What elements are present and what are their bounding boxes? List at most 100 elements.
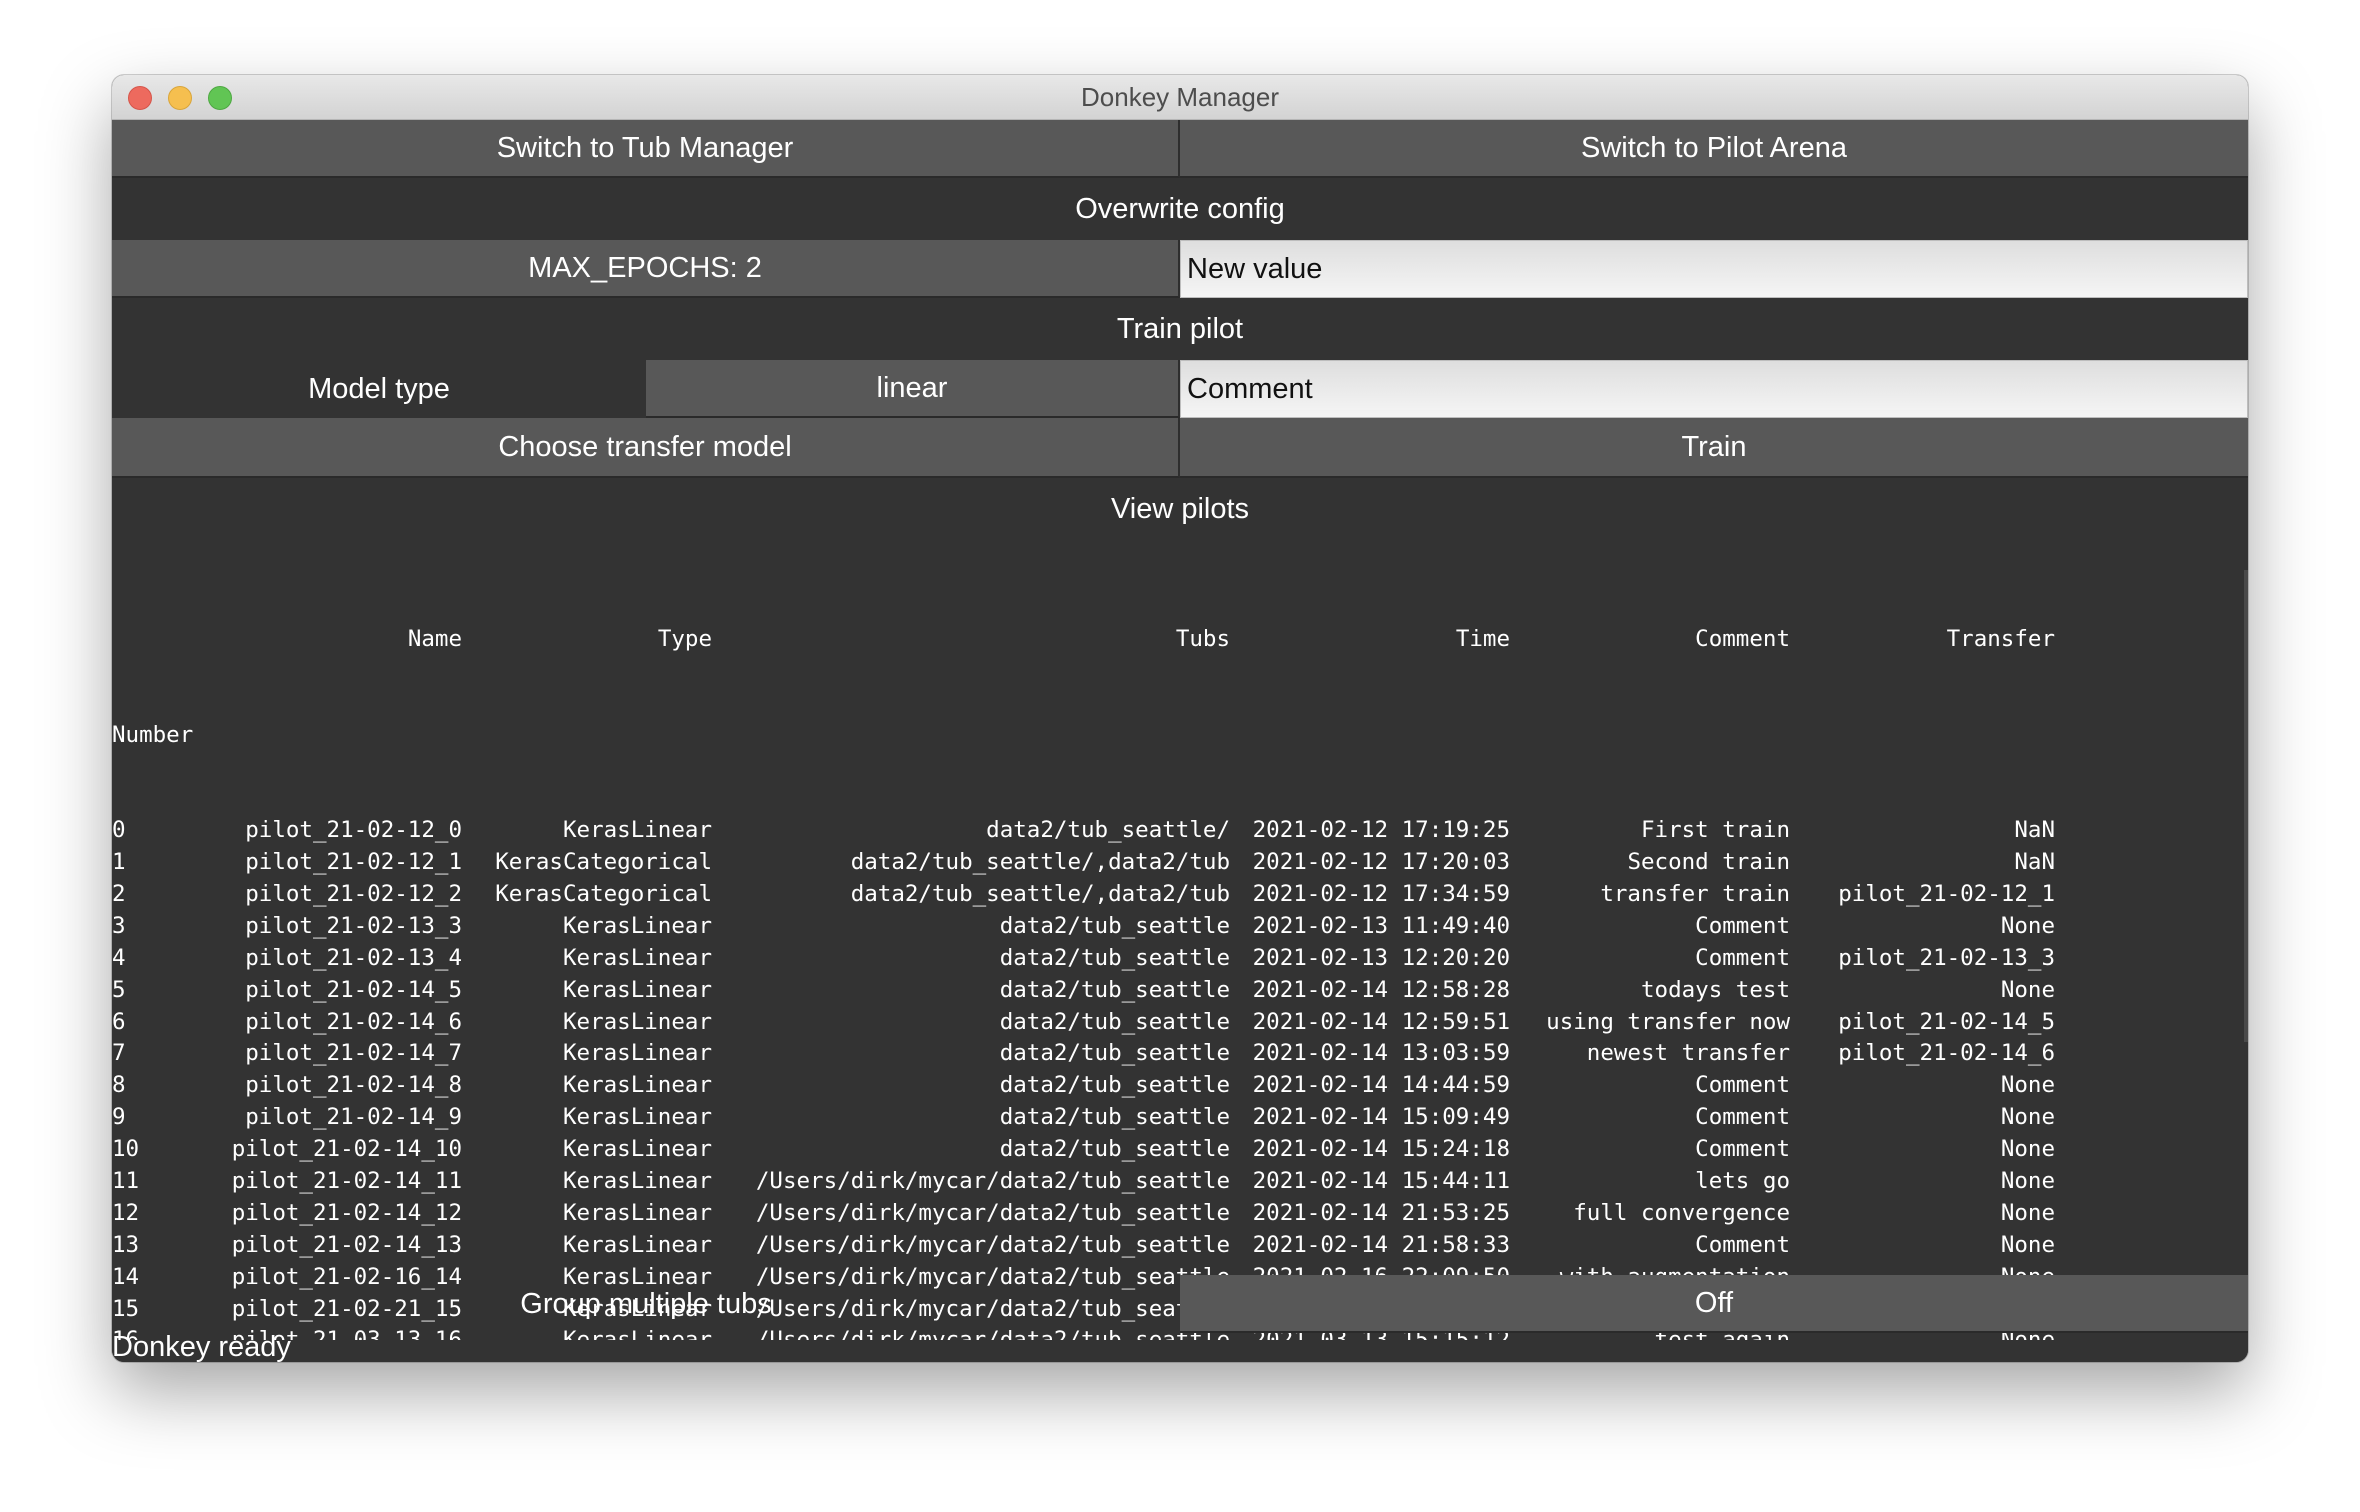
table-rows: 0 pilot_21-02-12_0 KerasLinear data2/tub_se… [112, 815, 2055, 1340]
column-header-tubs[interactable]: Tubs [1176, 624, 1230, 656]
table-row[interactable]: 6 pilot_21-02-14_6 KerasLinear data2/tub_se… [112, 1007, 2055, 1039]
comment-input[interactable] [1180, 360, 2248, 418]
cell-num: 11 [112, 1168, 140, 1195]
table-row[interactable]: 7 pilot_21-02-14_7 KerasLinear data2/tub_se… [112, 1038, 2055, 1070]
cell-comment: First train [1640, 817, 1790, 844]
switch-to-pilot-arena-button[interactable]: Switch to Pilot Arena [1180, 120, 2248, 178]
column-header-transfer[interactable]: Transfer [1947, 624, 2055, 656]
cell-num: 3 [112, 912, 126, 939]
cell-num: 0 [112, 817, 126, 844]
cell-tubs: data2/tub_seattle [999, 912, 1230, 939]
column-header-type[interactable]: Type [658, 624, 712, 656]
cell-tubs: data2/tub_seattle/ [986, 817, 1230, 844]
cell-comment: Comment [1695, 912, 1790, 939]
cell-transfer: None [2000, 976, 2055, 1003]
table-row[interactable]: 11 pilot_21-02-14_11 KerasLinear/Users/dir… [112, 1166, 2055, 1198]
table-row[interactable]: 9 pilot_21-02-14_9 KerasLinear data2/tub_se… [112, 1102, 2055, 1134]
cell-name: pilot_21-02-14_8 [245, 1072, 462, 1099]
cell-transfer: None [2000, 1104, 2055, 1131]
choose-transfer-model-button[interactable]: Choose transfer model [112, 418, 1180, 478]
train-pilot-section: Train pilot [112, 298, 2248, 360]
cell-name: pilot_21-02-14_5 [245, 976, 462, 1003]
cell-num: 8 [112, 1072, 126, 1099]
group-multiple-tubs-label: Group multiple tubs [520, 1287, 772, 1320]
view-pilots-title: View pilots [1110, 492, 1250, 525]
cell-num: 6 [112, 1008, 126, 1035]
cell-num: 13 [112, 1231, 140, 1258]
cell-name: pilot_21-02-14_10 [231, 1136, 462, 1163]
cell-time: 2021-02-13 12:20:20 [1252, 944, 1510, 971]
pilots-table[interactable]: Name Type Tubs Time Comment Transfer Num… [112, 540, 2248, 1340]
status-bar: Donkey ready [112, 1331, 291, 1362]
table-row[interactable]: 3 pilot_21-02-13_3 KerasLinear data2/tub_se… [112, 911, 2055, 943]
cell-tubs: data2/tub_seattle/,data2/tub [850, 849, 1230, 876]
cell-type: KerasLinear [562, 1072, 712, 1099]
cell-comment: full convergence [1573, 1199, 1790, 1226]
cell-type: KerasLinear [562, 1199, 712, 1226]
cell-type: KerasLinear [562, 817, 712, 844]
cell-time: 2021-02-12 17:19:25 [1252, 817, 1510, 844]
table-row[interactable]: 10 pilot_21-02-14_10 KerasLinear data2/tub_… [112, 1134, 2055, 1166]
cell-tubs: /Users/dirk/mycar/data2/tub_seattle [755, 1231, 1230, 1258]
cell-transfer: None [2000, 912, 2055, 939]
cell-type: KerasCategorical [495, 849, 712, 876]
cell-comment: Comment [1695, 944, 1790, 971]
config-value-input[interactable] [1180, 240, 2248, 298]
table-row[interactable]: 12 pilot_21-02-14_12 KerasLinear/Users/dir… [112, 1198, 2055, 1230]
cell-comment: Comment [1695, 1072, 1790, 1099]
cell-comment: Comment [1695, 1104, 1790, 1131]
config-key-dropdown[interactable]: MAX_EPOCHS: 2 [112, 240, 1180, 298]
cell-time: 2021-02-14 13:03:59 [1252, 1040, 1510, 1067]
cell-transfer: None [2000, 1072, 2055, 1099]
train-actions-row: Choose transfer model Train [112, 418, 2248, 478]
cell-num: 4 [112, 944, 126, 971]
cell-name: pilot_21-02-14_6 [245, 1008, 462, 1035]
table-row[interactable]: 1 pilot_21-02-12_1 KerasCategorical data2/t… [112, 847, 2055, 879]
index-header-number: Number [112, 721, 194, 748]
cell-tubs: data2/tub_seattle [999, 1072, 1230, 1099]
cell-tubs: data2/tub_seattle [999, 1104, 1230, 1131]
table-header-row: Name Type Tubs Time Comment Transfer [112, 624, 2055, 656]
model-type-label: Model type [308, 372, 450, 405]
cell-comment: lets go [1695, 1168, 1790, 1195]
cell-type: KerasLinear [562, 1231, 712, 1258]
cell-name: pilot_21-02-14_9 [245, 1104, 462, 1131]
cell-transfer: None [2000, 1136, 2055, 1163]
table-row[interactable]: 5 pilot_21-02-14_5 KerasLinear data2/tub_se… [112, 975, 2055, 1007]
cell-comment: todays test [1640, 976, 1790, 1003]
table-row[interactable]: 4 pilot_21-02-13_4 KerasLinear data2/tub_se… [112, 943, 2055, 975]
train-button[interactable]: Train [1180, 418, 2248, 478]
table-row[interactable]: 13 pilot_21-02-14_13 KerasLinear/Users/dir… [112, 1230, 2055, 1262]
model-type-row: Model type linear [112, 360, 2248, 418]
cell-comment: transfer train [1600, 881, 1790, 907]
cell-time: 2021-02-13 11:49:40 [1252, 912, 1510, 939]
switch-to-tub-manager-button[interactable]: Switch to Tub Manager [112, 120, 1180, 178]
cell-name: pilot_21-02-12_1 [245, 849, 462, 876]
cell-comment: Comment [1695, 1231, 1790, 1258]
cell-name: pilot_21-02-14_12 [231, 1199, 462, 1226]
cell-num: 7 [112, 1040, 126, 1067]
model-type-dropdown[interactable]: linear [646, 360, 1180, 418]
title-bar: Donkey Manager [112, 75, 2248, 120]
table-row[interactable]: 2 pilot_21-02-12_2 KerasCategorical data2/t… [112, 879, 2055, 911]
config-row: MAX_EPOCHS: 2 [112, 240, 2248, 298]
cell-name: pilot_21-02-12_2 [245, 881, 462, 907]
column-header-time[interactable]: Time [1456, 624, 1510, 656]
cell-transfer: None [2000, 1199, 2055, 1226]
cell-time: 2021-02-14 15:09:49 [1252, 1104, 1510, 1131]
group-tubs-toggle[interactable]: Off [1180, 1275, 2248, 1333]
table-row[interactable]: 8 pilot_21-02-14_8 KerasLinear data2/tub_se… [112, 1070, 2055, 1102]
view-pilots-section: View pilots [112, 478, 2248, 540]
column-header-comment[interactable]: Comment [1695, 624, 1790, 656]
cell-type: KerasLinear [562, 912, 712, 939]
table-scrollbar[interactable] [2244, 570, 2248, 1042]
cell-tubs: data2/tub_seattle [999, 1040, 1230, 1067]
table-row[interactable]: 0 pilot_21-02-12_0 KerasLinear data2/tub_se… [112, 815, 2055, 847]
column-header-name[interactable]: Name [408, 624, 462, 656]
cell-num: 10 [112, 1136, 140, 1163]
cell-type: KerasLinear [562, 976, 712, 1003]
cell-time: 2021-02-14 12:58:28 [1252, 976, 1510, 1003]
main-content: Switch to Tub Manager Switch to Pilot Ar… [112, 120, 2248, 1362]
cell-transfer: None [2000, 1168, 2055, 1195]
cell-num: 12 [112, 1199, 140, 1226]
